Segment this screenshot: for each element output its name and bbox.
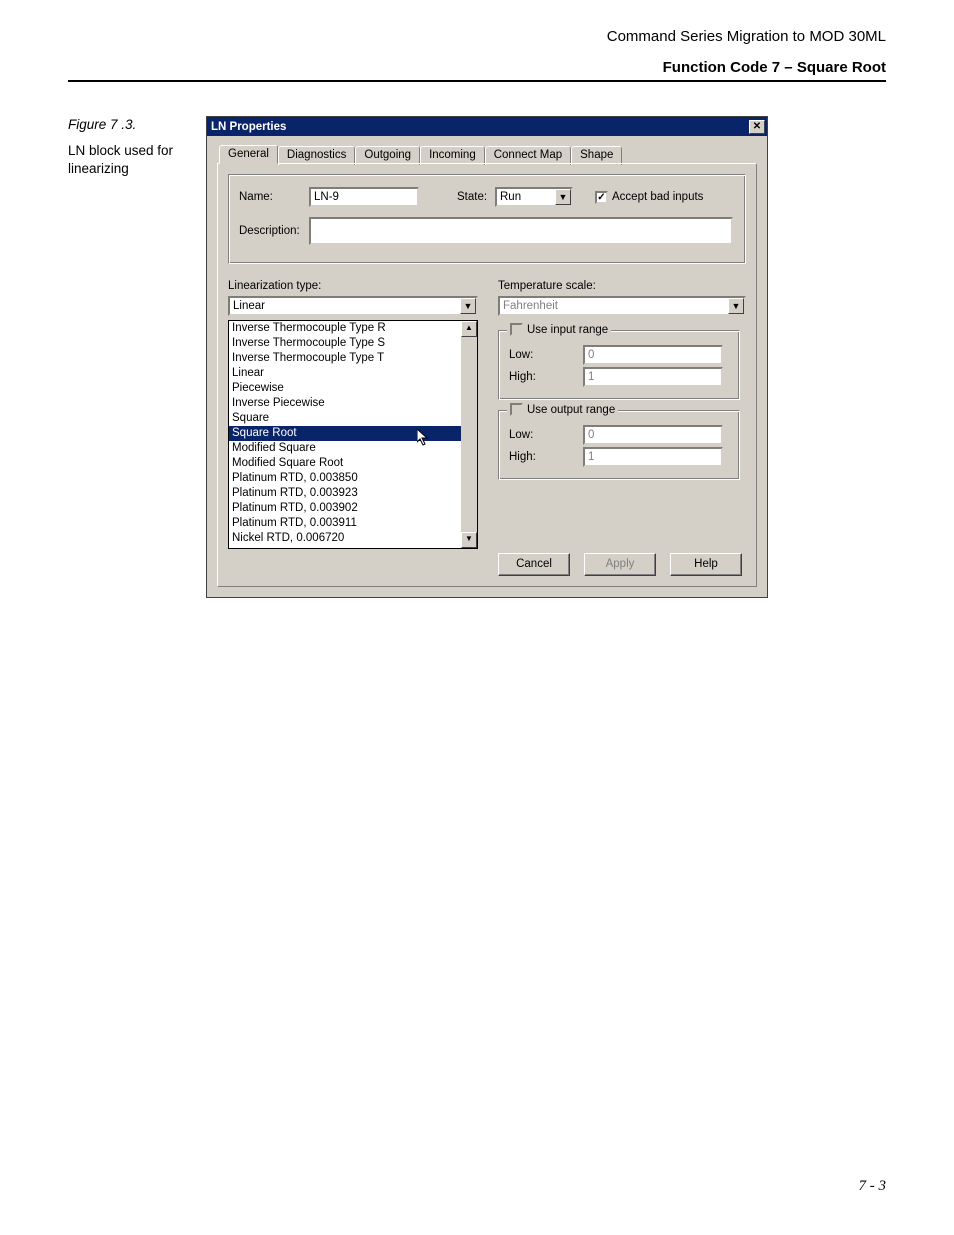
linearization-type-label: Linearization type: — [228, 280, 321, 292]
input-low-label: Low: — [509, 349, 583, 361]
list-item[interactable]: Inverse Piecewise — [229, 396, 477, 411]
accept-checkbox[interactable]: ✓ — [595, 191, 608, 204]
use-output-range-group: Use output range Low: High: — [498, 410, 740, 480]
temperature-scale-label: Temperature scale: — [498, 280, 596, 292]
list-item[interactable]: Platinum RTD, 0.003923 — [229, 486, 477, 501]
chevron-down-icon[interactable]: ▼ — [555, 189, 571, 205]
output-high-field — [583, 447, 723, 467]
state-value: Run — [497, 191, 555, 203]
window-title: LN Properties — [211, 121, 286, 133]
temperature-scale-value: Fahrenheit — [500, 300, 728, 312]
header-group: Name: State: Run ▼ ✓ Accept bad inputs — [228, 174, 746, 264]
output-high-label: High: — [509, 451, 583, 463]
list-item[interactable]: Modified Square Root — [229, 456, 477, 471]
apply-button: Apply — [584, 553, 656, 576]
list-item[interactable]: Linear — [229, 366, 477, 381]
temperature-scale-combo: Fahrenheit ▼ — [498, 296, 746, 316]
use-input-range-group: Use input range Low: High: — [498, 330, 740, 400]
accept-label: Accept bad inputs — [612, 191, 703, 203]
list-item[interactable]: Platinum RTD, 0.003850 — [229, 471, 477, 486]
output-low-label: Low: — [509, 429, 583, 441]
use-input-range-label: Use input range — [527, 324, 608, 336]
help-button[interactable]: Help — [670, 553, 742, 576]
use-output-range-checkbox[interactable] — [510, 403, 523, 416]
input-high-field — [583, 367, 723, 387]
description-field[interactable] — [309, 217, 733, 245]
list-item[interactable]: Piecewise — [229, 381, 477, 396]
input-high-label: High: — [509, 371, 583, 383]
linearization-type-combo[interactable]: Linear ▼ — [228, 296, 478, 316]
tab-general[interactable]: General — [219, 145, 278, 164]
document-header-line-1: Command Series Migration to MOD 30ML — [68, 28, 886, 45]
state-label: State: — [457, 191, 495, 203]
document-header-line-2: Function Code 7 – Square Root — [68, 59, 886, 76]
scrollbar[interactable]: ▲ ▼ — [461, 321, 477, 548]
list-item[interactable]: Inverse Thermocouple Type R — [229, 321, 477, 336]
output-low-field — [583, 425, 723, 445]
list-item[interactable]: Inverse Thermocouple Type T — [229, 351, 477, 366]
accept-bad-inputs-option[interactable]: ✓ Accept bad inputs — [595, 191, 703, 204]
figure-caption: LN block used for linearizing — [68, 142, 188, 178]
list-item-selected[interactable]: Square Root — [229, 426, 477, 441]
tab-strip: General Diagnostics Outgoing Incoming Co… — [219, 144, 757, 163]
name-field[interactable] — [309, 187, 419, 207]
chevron-down-icon[interactable]: ▼ — [460, 298, 476, 314]
figure-caption-block: Figure 7 .3. LN block used for linearizi… — [68, 116, 188, 179]
scroll-down-icon[interactable]: ▼ — [461, 532, 477, 548]
ln-properties-dialog: LN Properties ✕ General Diagnostics Outg… — [206, 116, 768, 598]
list-item[interactable]: Platinum RTD, 0.003911 — [229, 516, 477, 531]
page-number: 7 - 3 — [859, 1178, 887, 1195]
use-output-range-label: Use output range — [527, 404, 615, 416]
name-label: Name: — [239, 191, 309, 203]
close-icon[interactable]: ✕ — [749, 120, 765, 134]
linearization-type-value: Linear — [230, 300, 460, 312]
description-label: Description: — [239, 225, 309, 237]
state-combo[interactable]: Run ▼ — [495, 187, 573, 207]
tab-panel: Name: State: Run ▼ ✓ Accept bad inputs — [217, 163, 757, 587]
input-low-field — [583, 345, 723, 365]
use-input-range-checkbox[interactable] — [510, 323, 523, 336]
cancel-button[interactable]: Cancel — [498, 553, 570, 576]
chevron-down-icon: ▼ — [728, 298, 744, 314]
header-rule — [68, 80, 886, 82]
list-item[interactable]: Nickel RTD, 0.006720 — [229, 531, 477, 546]
figure-label: Figure 7 .3. — [68, 116, 188, 134]
list-item[interactable]: Platinum RTD, 0.003902 — [229, 501, 477, 516]
scroll-up-icon[interactable]: ▲ — [461, 321, 477, 337]
titlebar[interactable]: LN Properties ✕ — [207, 117, 767, 136]
list-item[interactable]: Inverse Thermocouple Type S — [229, 336, 477, 351]
linearization-type-listbox[interactable]: Inverse Thermocouple Type R Inverse Ther… — [228, 320, 478, 549]
dialog-button-row: Cancel Apply Help — [498, 553, 742, 576]
list-item[interactable]: Modified Square — [229, 441, 477, 456]
list-item[interactable]: Square — [229, 411, 477, 426]
